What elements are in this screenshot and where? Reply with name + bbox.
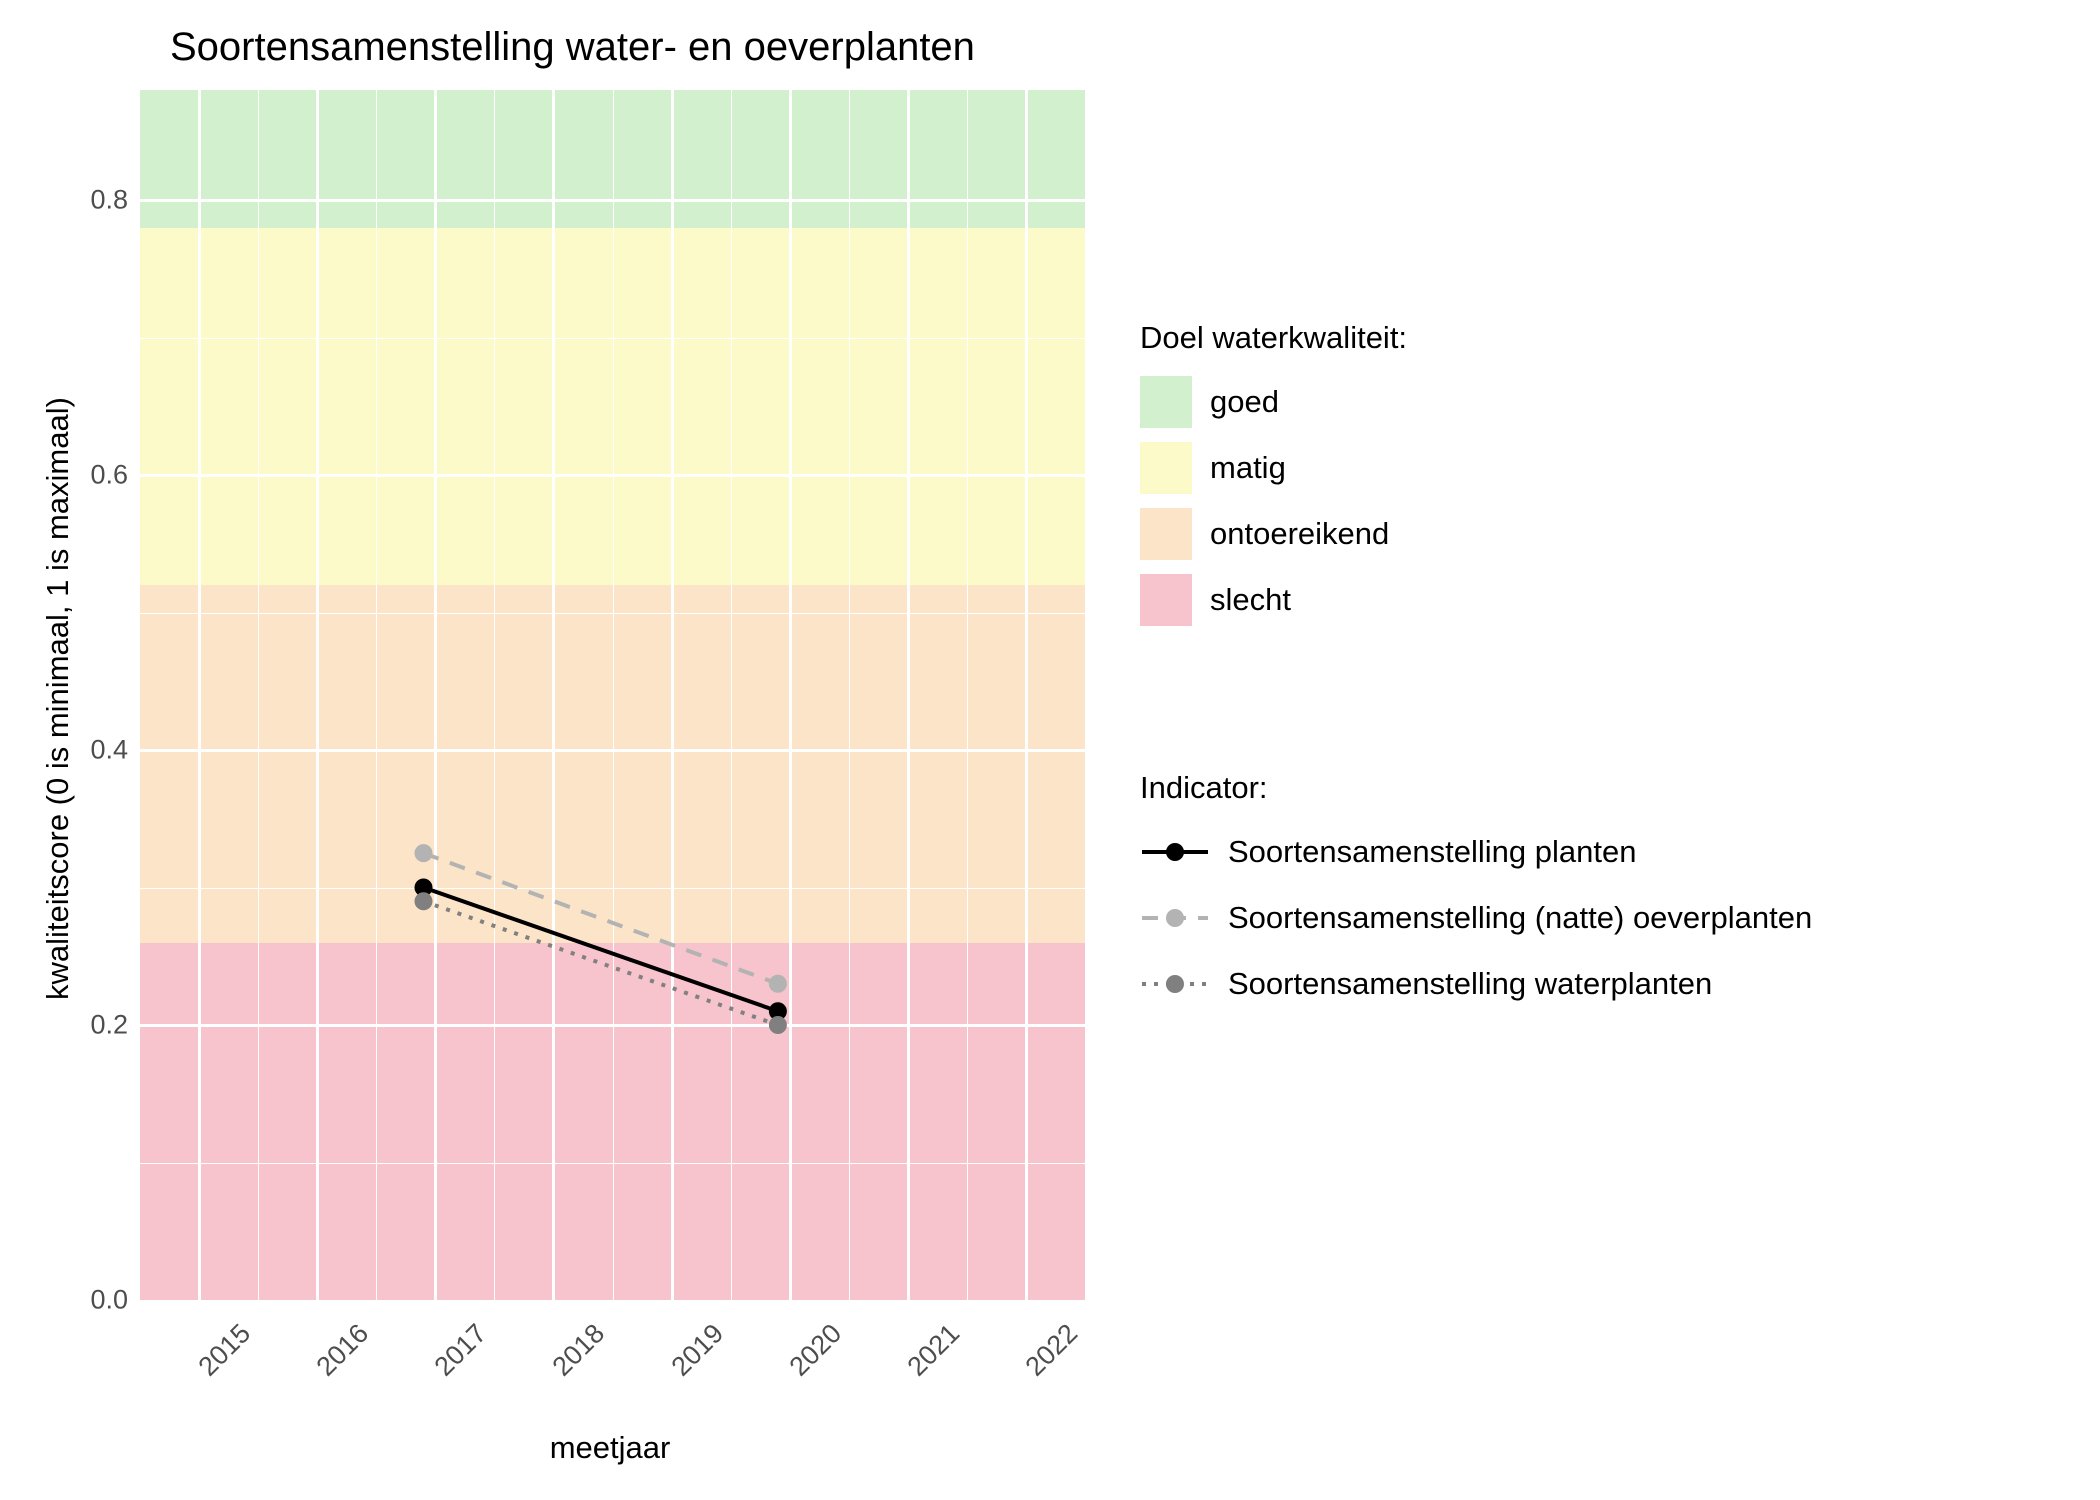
legend-series: Indicator: Soortensamenstelling planten S… — [1140, 770, 1812, 1024]
legend-band-label: ontoereikend — [1210, 516, 1389, 552]
gridline-v — [198, 90, 201, 1300]
chart-container: Soortensamenstelling water- en oeverplan… — [0, 0, 2100, 1500]
legend-bands-title: Doel waterkwaliteit: — [1140, 320, 1407, 356]
gridline-v — [434, 90, 437, 1300]
y-tick-label: 0.2 — [0, 1010, 128, 1041]
gridline-v-minor — [494, 90, 495, 1300]
gridline-v — [907, 90, 910, 1300]
gridline-v — [552, 90, 555, 1300]
gridline-v-minor — [731, 90, 732, 1300]
legend-bands: Doel waterkwaliteit: goed matig ontoereike… — [1140, 320, 1407, 640]
gridline-v-minor — [258, 90, 259, 1300]
y-tick-label: 0.8 — [0, 185, 128, 216]
gridline-v-minor — [376, 90, 377, 1300]
x-tick-label: 2020 — [783, 1318, 847, 1382]
x-tick-label: 2018 — [547, 1318, 611, 1382]
legend-band-item: slecht — [1140, 574, 1407, 626]
legend-series-item: Soortensamenstelling planten — [1140, 826, 1812, 878]
legend-band-item: matig — [1140, 442, 1407, 494]
legend-swatch — [1140, 376, 1192, 428]
gridline-v-minor — [613, 90, 614, 1300]
legend-band-item: goed — [1140, 376, 1407, 428]
legend-swatch — [1140, 574, 1192, 626]
legend-series-title: Indicator: — [1140, 770, 1812, 806]
x-tick-label: 2016 — [311, 1318, 375, 1382]
chart-title: Soortensamenstelling water- en oeverplan… — [170, 25, 975, 70]
legend-line-sample — [1140, 892, 1210, 944]
x-tick-label: 2019 — [665, 1318, 729, 1382]
y-tick-label: 0.0 — [0, 1285, 128, 1316]
gridline-v-minor — [967, 90, 968, 1300]
legend-band-item: ontoereikend — [1140, 508, 1407, 560]
legend-series-label: Soortensamenstelling planten — [1228, 834, 1636, 870]
legend-line-sample — [1140, 958, 1210, 1010]
x-tick-label: 2022 — [1019, 1318, 1083, 1382]
legend-band-label: goed — [1210, 384, 1279, 420]
legend-line-sample — [1140, 826, 1210, 878]
legend-series-item: Soortensamenstelling (natte) oeverplante… — [1140, 892, 1812, 944]
x-axis-label: meetjaar — [510, 1430, 710, 1466]
legend-series-item: Soortensamenstelling waterplanten — [1140, 958, 1812, 1010]
legend-band-label: slecht — [1210, 582, 1291, 618]
x-tick-label: 2021 — [901, 1318, 965, 1382]
gridline-v-minor — [849, 90, 850, 1300]
gridline-v — [789, 90, 792, 1300]
legend-swatch — [1140, 508, 1192, 560]
x-tick-label: 2017 — [429, 1318, 493, 1382]
gridline-v — [671, 90, 674, 1300]
x-tick-label: 2015 — [193, 1318, 257, 1382]
legend-band-label: matig — [1210, 450, 1286, 486]
gridline-v — [316, 90, 319, 1300]
legend-swatch — [1140, 442, 1192, 494]
legend-series-label: Soortensamenstelling (natte) oeverplante… — [1228, 900, 1812, 936]
gridline-v — [1025, 90, 1028, 1300]
legend-series-label: Soortensamenstelling waterplanten — [1228, 966, 1712, 1002]
y-axis-label: kwaliteitscore (0 is minimaal, 1 is maxi… — [40, 397, 76, 1000]
plot-area — [140, 90, 1085, 1300]
